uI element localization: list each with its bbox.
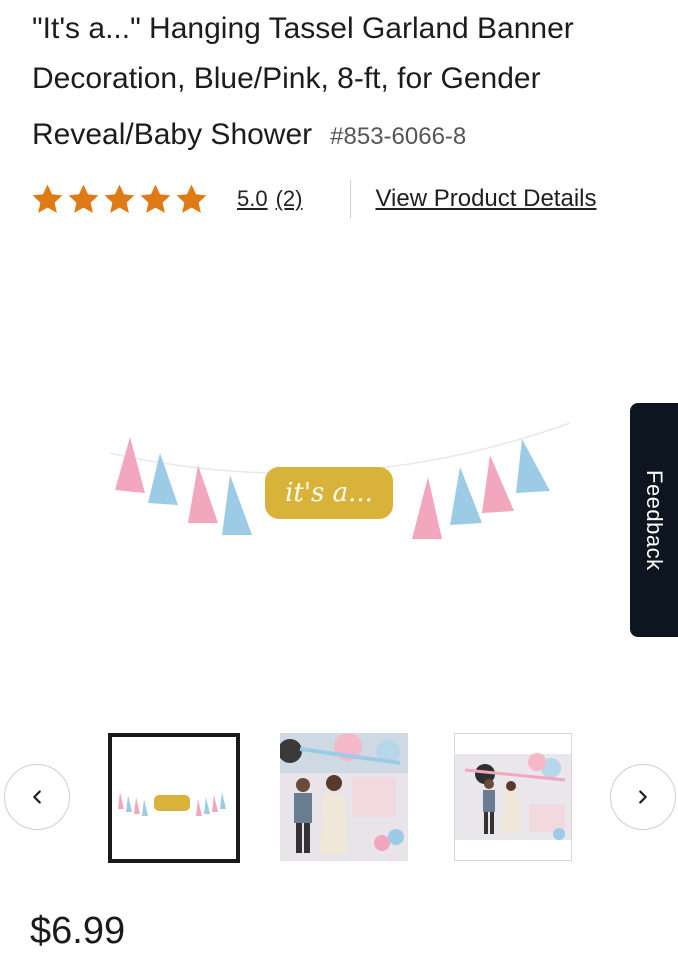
- product-title: "It's a..." Hanging Tassel Garland Banne…: [32, 4, 642, 168]
- star-icon: [66, 182, 101, 217]
- feedback-tab[interactable]: Feedback: [630, 403, 678, 637]
- sku-number: #853-6066-8: [330, 123, 467, 150]
- chevron-right-icon: [639, 790, 647, 804]
- title-line-1: "It's a..." Hanging Tassel Garland Banne…: [32, 12, 574, 45]
- star-icon: [30, 182, 65, 217]
- chevron-left-icon: [33, 790, 41, 804]
- thumbnail-garland-selected[interactable]: [108, 733, 240, 863]
- thumbnail-party-backdrop[interactable]: [454, 733, 572, 861]
- title-line-3-wrap: Reveal/Baby Shower #853-6066-8: [32, 104, 642, 168]
- rating-value-link[interactable]: 5.0: [237, 186, 268, 212]
- star-rating: [30, 182, 209, 217]
- rating-row: 5.0 (2) View Product Details: [30, 178, 650, 220]
- gallery-prev-button[interactable]: [4, 764, 70, 830]
- view-product-details-link[interactable]: View Product Details: [375, 185, 596, 213]
- feedback-label: Feedback: [642, 469, 667, 571]
- title-line-3: Reveal/Baby Shower: [32, 118, 313, 151]
- banner-text: it's a...: [285, 478, 373, 508]
- review-count-link[interactable]: (2): [276, 186, 303, 212]
- title-line-2: Decoration, Blue/Pink, 8-ft, for Gender: [32, 62, 541, 95]
- product-price: $6.99: [30, 910, 126, 952]
- main-product-image[interactable]: it's a...: [90, 395, 590, 585]
- star-icon: [174, 182, 209, 217]
- star-icon: [138, 182, 173, 217]
- gallery-next-button[interactable]: [610, 764, 676, 830]
- divider: [350, 180, 352, 218]
- star-icon: [102, 182, 137, 217]
- thumbnail-couple-photo[interactable]: [280, 733, 408, 861]
